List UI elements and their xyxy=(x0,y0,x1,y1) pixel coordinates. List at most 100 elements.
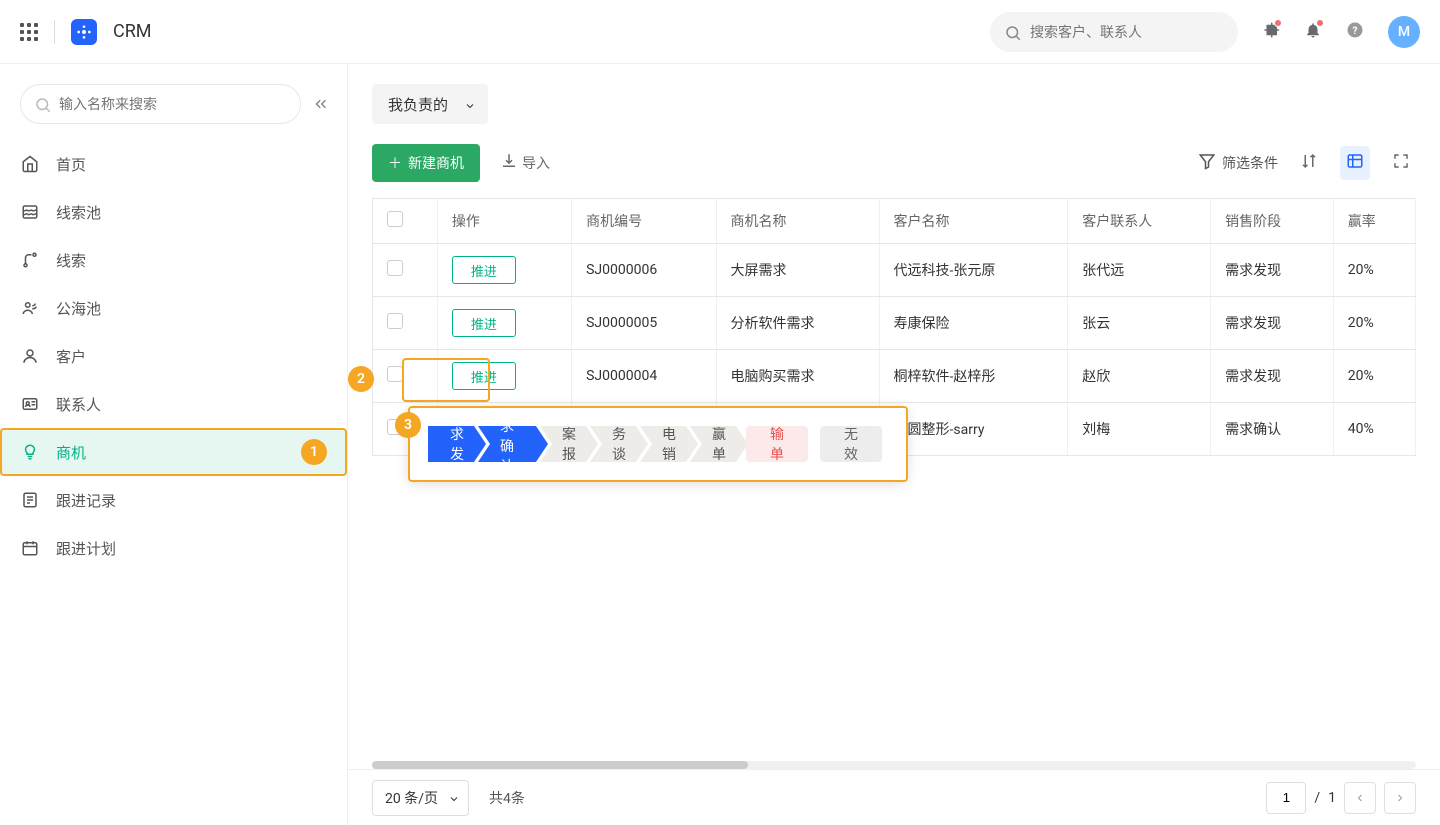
next-page-button[interactable] xyxy=(1384,782,1416,814)
filter-conditions-button[interactable]: 筛选条件 xyxy=(1198,152,1278,174)
cell-customer: 代远科技-张元原 xyxy=(879,244,1068,297)
sidebar: 首页 线索池 线索 公海池 客户 联系人 商机 1 跟进记录 xyxy=(0,64,348,825)
nav-home[interactable]: 首页 xyxy=(0,140,347,188)
nav-leads[interactable]: 线索 xyxy=(0,236,347,284)
cell-contact: 刘梅 xyxy=(1068,403,1211,456)
toolbar: ＋ 新建商机 导入 筛选条件 xyxy=(348,144,1440,198)
nav-customers[interactable]: 客户 xyxy=(0,332,347,380)
cell-code: SJ0000006 xyxy=(572,244,716,297)
cell-rate: 20% xyxy=(1333,350,1415,403)
button-label: 新建商机 xyxy=(408,153,464,173)
home-icon xyxy=(20,155,40,173)
import-link[interactable]: 导入 xyxy=(500,152,550,174)
stage-step[interactable]: 需求发现 xyxy=(428,426,486,462)
col-name: 商机名称 xyxy=(716,199,879,244)
nav-lead-pool[interactable]: 线索池 xyxy=(0,188,347,236)
sidebar-search-input[interactable] xyxy=(20,84,301,124)
header-left: CRM xyxy=(20,19,152,45)
search-icon xyxy=(34,96,52,118)
list-view-icon[interactable] xyxy=(1340,146,1370,180)
select-all-checkbox[interactable] xyxy=(387,211,403,227)
nav-contacts[interactable]: 联系人 xyxy=(0,380,347,428)
help-icon[interactable]: ? xyxy=(1346,21,1364,43)
row-checkbox[interactable] xyxy=(387,313,403,329)
stage-invalid[interactable]: 无效 xyxy=(820,426,882,462)
scrollbar-thumb[interactable] xyxy=(372,761,748,769)
page-size-select[interactable]: 20 条/页 xyxy=(372,780,469,816)
nav-followup-plan[interactable]: 跟进计划 xyxy=(0,524,347,572)
stage-step[interactable]: 赢单 xyxy=(690,426,748,462)
cell-stage: 需求发现 xyxy=(1211,297,1334,350)
cell-name: 大屏需求 xyxy=(716,244,879,297)
annotation-badge-3: 3 xyxy=(395,412,421,438)
row-checkbox[interactable] xyxy=(387,260,403,276)
chevron-down-icon xyxy=(464,98,476,116)
stage-popup: 需求发现 需求确认 40% 方案报价 商务谈判 电销 赢单 输单 无效 xyxy=(408,406,908,482)
cell-stage: 需求发现 xyxy=(1211,350,1334,403)
stage-step[interactable]: 方案报价 xyxy=(540,426,598,462)
stage-lose[interactable]: 输单 xyxy=(746,426,808,462)
cell-rate: 20% xyxy=(1333,244,1415,297)
scope-select[interactable]: 我负责的 xyxy=(372,84,488,124)
stage-step[interactable]: 电销 xyxy=(640,426,698,462)
horizontal-scrollbar[interactable] xyxy=(372,761,1416,769)
nav-label: 首页 xyxy=(56,154,86,175)
cell-contact: 张云 xyxy=(1068,297,1211,350)
table-header-row: 操作 商机编号 商机名称 客户名称 客户联系人 销售阶段 赢率 xyxy=(373,199,1416,244)
cell-action: 推进 xyxy=(437,297,571,350)
table-row[interactable]: 推进 SJ0000004 电脑购买需求 桐梓软件-赵梓彤 赵欣 需求发现 20% xyxy=(373,350,1416,403)
page-sep: / xyxy=(1314,790,1320,806)
advance-button[interactable]: 推进 xyxy=(452,256,516,284)
pagination-footer: 20 条/页 共4条 / 1 xyxy=(348,769,1440,825)
cell-contact: 张代远 xyxy=(1068,244,1211,297)
user-avatar[interactable]: M xyxy=(1388,16,1420,48)
person-wave-icon xyxy=(20,299,40,317)
contact-card-icon xyxy=(20,395,40,413)
cell-name: 分析软件需求 xyxy=(716,297,879,350)
svg-text:?: ? xyxy=(1352,23,1357,36)
global-search-input[interactable] xyxy=(990,12,1238,52)
nav-followup-records[interactable]: 跟进记录 xyxy=(0,476,347,524)
pager: / 1 xyxy=(1266,782,1416,814)
nav-public-pool[interactable]: 公海池 xyxy=(0,284,347,332)
annotation-badge-2: 2 xyxy=(348,366,374,392)
col-checkbox xyxy=(373,199,438,244)
cell-action: 推进 xyxy=(437,350,571,403)
cell-name: 电脑购买需求 xyxy=(716,350,879,403)
table-wrap: 操作 商机编号 商机名称 客户名称 客户联系人 销售阶段 赢率 推进 SJ000… xyxy=(348,198,1440,757)
cell-stage: 需求发现 xyxy=(1211,244,1334,297)
row-checkbox[interactable] xyxy=(387,366,403,382)
page-input[interactable] xyxy=(1266,782,1306,814)
person-icon xyxy=(20,347,40,365)
divider xyxy=(54,20,55,44)
sort-icon[interactable] xyxy=(1294,146,1324,180)
nav-label: 跟进计划 xyxy=(56,538,116,559)
filter-icon xyxy=(1198,152,1216,174)
global-search xyxy=(990,12,1238,52)
nav-opportunities[interactable]: 商机 1 xyxy=(0,428,347,476)
stage-step[interactable]: 商务谈判 xyxy=(590,426,648,462)
table-row[interactable]: 推进 SJ0000005 分析软件需求 寿康保险 张云 需求发现 20% xyxy=(373,297,1416,350)
notification-dot xyxy=(1274,19,1282,27)
fullscreen-icon[interactable] xyxy=(1386,146,1416,180)
scope-label: 我负责的 xyxy=(388,94,448,115)
cell-checkbox xyxy=(373,297,438,350)
header: CRM ? M xyxy=(0,0,1440,64)
collapse-sidebar-button[interactable] xyxy=(307,90,335,118)
nav-label: 跟进记录 xyxy=(56,490,116,511)
advance-button[interactable]: 推进 xyxy=(452,362,516,390)
cell-code: SJ0000005 xyxy=(572,297,716,350)
col-rate: 赢率 xyxy=(1333,199,1415,244)
nav-label: 客户 xyxy=(56,346,86,367)
prev-page-button[interactable] xyxy=(1344,782,1376,814)
calendar-icon xyxy=(20,539,40,557)
sidebar-search xyxy=(20,84,301,124)
apps-grid-icon[interactable] xyxy=(20,23,38,41)
bell-icon[interactable] xyxy=(1304,21,1322,43)
table-row[interactable]: 推进 SJ0000006 大屏需求 代远科技-张元原 张代远 需求发现 20% xyxy=(373,244,1416,297)
stage-step[interactable]: 需求确认 40% xyxy=(478,426,548,462)
new-opportunity-button[interactable]: ＋ 新建商机 xyxy=(372,144,480,182)
advance-button[interactable]: 推进 xyxy=(452,309,516,337)
cell-contact: 赵欣 xyxy=(1068,350,1211,403)
puzzle-icon[interactable] xyxy=(1262,21,1280,43)
